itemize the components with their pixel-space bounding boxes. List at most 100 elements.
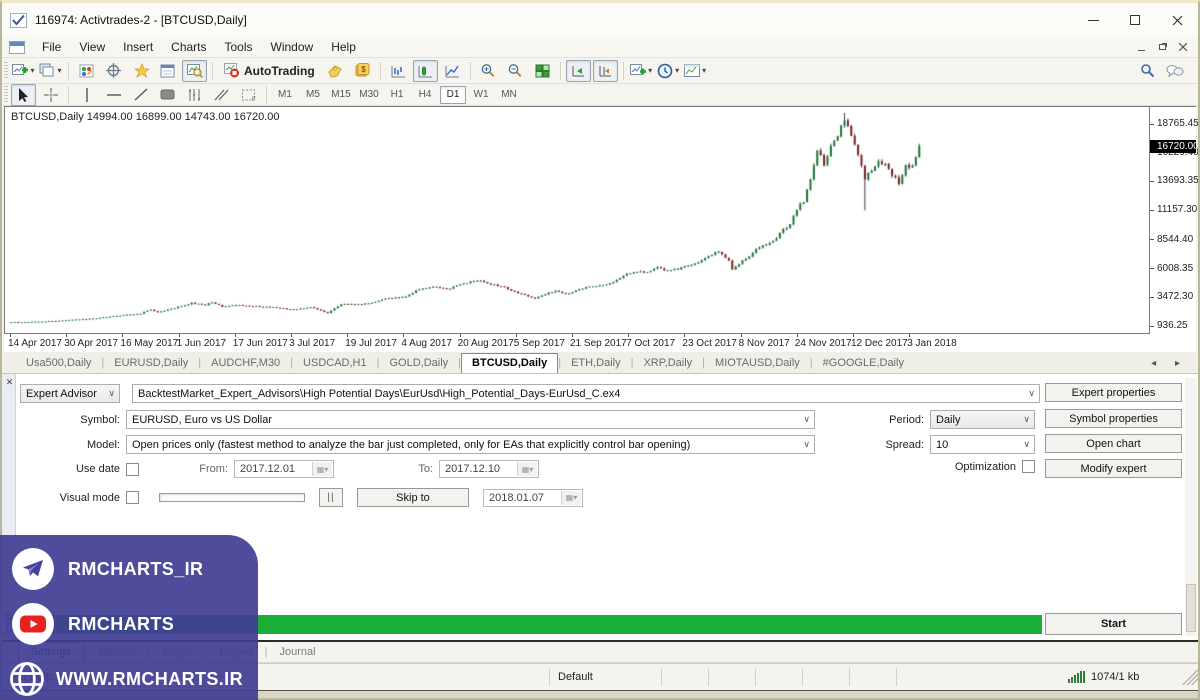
symbol-tab-xrp[interactable]: XRP,Daily bbox=[633, 354, 702, 373]
symbol-tab-eth[interactable]: ETH,Daily bbox=[561, 354, 631, 373]
line-chart-type-button[interactable] bbox=[440, 60, 465, 82]
tester-close-icon[interactable]: ✕ bbox=[4, 377, 15, 388]
menu-item-help[interactable]: Help bbox=[322, 37, 365, 57]
symbol-tab-audchf[interactable]: AUDCHF,M30 bbox=[201, 354, 290, 373]
autotrading-button[interactable]: AutoTrading bbox=[218, 60, 321, 82]
toolbar-grip[interactable] bbox=[4, 61, 8, 80]
search-icon[interactable] bbox=[1135, 60, 1160, 82]
visual-mode-checkbox[interactable] bbox=[126, 491, 139, 504]
rectangle-tool[interactable] bbox=[155, 84, 180, 106]
timeframe-h1[interactable]: H1 bbox=[384, 86, 410, 104]
profiles-button[interactable]: ▾ bbox=[38, 60, 63, 82]
cursor-tool[interactable] bbox=[11, 83, 36, 106]
timeframe-d1[interactable]: D1 bbox=[440, 85, 466, 104]
zoom-in-button[interactable] bbox=[476, 60, 501, 82]
from-datepicker-icon[interactable]: ▦▾ bbox=[312, 462, 332, 476]
bar-chart-type-button[interactable] bbox=[386, 60, 411, 82]
menu-item-window[interactable]: Window bbox=[262, 37, 323, 57]
period-select[interactable]: Daily ∨ bbox=[930, 410, 1035, 429]
start-button[interactable]: Start bbox=[1045, 613, 1182, 635]
auto-scroll-button[interactable] bbox=[565, 59, 591, 82]
skip-date-field[interactable]: 2018.01.07 ▦▾ bbox=[483, 488, 583, 507]
channel-tool[interactable] bbox=[209, 84, 234, 106]
timeframe-m30[interactable]: M30 bbox=[356, 86, 382, 104]
menu-item-file[interactable]: File bbox=[33, 37, 70, 57]
market-watch-button[interactable] bbox=[74, 60, 99, 82]
symbol-properties-button[interactable]: Symbol properties bbox=[1045, 409, 1182, 428]
grid-tool[interactable]: F bbox=[236, 84, 261, 106]
timeframe-mn[interactable]: MN bbox=[496, 86, 522, 104]
new-order-button[interactable] bbox=[323, 60, 348, 82]
chat-icon[interactable] bbox=[1162, 60, 1187, 82]
symbol-tab-#google[interactable]: #GOOGLE,Daily bbox=[813, 354, 914, 373]
timeframe-w1[interactable]: W1 bbox=[468, 86, 494, 104]
toolbar-grip2[interactable] bbox=[4, 85, 8, 104]
visual-speed-slider[interactable] bbox=[159, 493, 305, 502]
symbol-select[interactable]: EURUSD, Euro vs US Dollar ∨ bbox=[126, 410, 815, 429]
symbol-tab-eurusd[interactable]: EURUSD,Daily bbox=[104, 354, 198, 373]
timeframe-m5[interactable]: M5 bbox=[300, 86, 326, 104]
to-date-field[interactable]: 2017.12.10 ▦▾ bbox=[439, 460, 539, 478]
status-profile[interactable]: Default bbox=[550, 667, 662, 686]
modify-expert-button[interactable]: Modify expert bbox=[1045, 459, 1182, 478]
symbol-tab-miotausd[interactable]: MIOTAUSD,Daily bbox=[705, 354, 810, 373]
spread-select[interactable]: 10 ∨ bbox=[930, 435, 1035, 454]
candlestick-type-button[interactable] bbox=[412, 59, 438, 82]
templates-button[interactable]: ▾ bbox=[683, 60, 708, 82]
strategy-tester-button[interactable] bbox=[182, 59, 207, 82]
open-chart-button[interactable]: Open chart bbox=[1045, 434, 1182, 453]
tester-scrollbar[interactable] bbox=[1185, 378, 1197, 636]
metaeditor-button[interactable]: $ bbox=[350, 60, 375, 82]
symbol-tab-gold[interactable]: GOLD,Daily bbox=[379, 354, 458, 373]
tile-windows-button[interactable] bbox=[530, 60, 555, 82]
menu-item-insert[interactable]: Insert bbox=[114, 37, 162, 57]
navigator-button[interactable] bbox=[101, 60, 126, 82]
zoom-out-button[interactable] bbox=[503, 60, 528, 82]
tab-scroll-arrows[interactable]: ◂ ▸ bbox=[1141, 358, 1198, 373]
skip-to-button[interactable]: Skip to bbox=[357, 488, 469, 507]
menu-item-tools[interactable]: Tools bbox=[216, 37, 262, 57]
timeframe-m1[interactable]: M1 bbox=[272, 86, 298, 104]
resize-grip[interactable] bbox=[1182, 668, 1198, 685]
symbol-tab-usdcad[interactable]: USDCAD,H1 bbox=[293, 354, 377, 373]
symbol-tab-btcusd[interactable]: BTCUSD,Daily bbox=[461, 353, 559, 373]
close-button[interactable] bbox=[1156, 5, 1198, 35]
youtube-icon[interactable] bbox=[12, 603, 54, 645]
tester-mode-select[interactable]: Expert Advisor ∨ bbox=[20, 384, 120, 403]
tester-tab-journal[interactable]: Journal bbox=[267, 643, 327, 662]
telegram-icon[interactable] bbox=[12, 548, 54, 590]
candlestick-canvas[interactable] bbox=[5, 107, 1149, 333]
fibonacci-tool[interactable] bbox=[182, 84, 207, 106]
chart-plot[interactable]: BTCUSD,Daily 14994.00 16899.00 14743.00 … bbox=[4, 106, 1150, 334]
chart-shift-button[interactable] bbox=[592, 59, 618, 82]
crosshair-tool[interactable] bbox=[38, 84, 63, 106]
model-select[interactable]: Open prices only (fastest method to anal… bbox=[126, 435, 815, 454]
expert-properties-button[interactable]: Expert properties bbox=[1045, 383, 1182, 402]
from-date-field[interactable]: 2017.12.01 ▦▾ bbox=[234, 460, 334, 478]
symbol-tab-usa500[interactable]: Usa500,Daily bbox=[16, 354, 101, 373]
use-date-checkbox[interactable] bbox=[126, 462, 139, 476]
child-minimize-button[interactable] bbox=[1132, 40, 1150, 55]
periods-button[interactable]: ▾ bbox=[656, 60, 681, 82]
menu-item-charts[interactable]: Charts bbox=[162, 37, 215, 57]
child-restore-button[interactable] bbox=[1153, 40, 1171, 55]
price-axis[interactable]: 18765.4516229.4013693.3511157.308544.406… bbox=[1150, 106, 1199, 334]
scrollbar-thumb[interactable] bbox=[1186, 584, 1196, 632]
ea-path-select[interactable]: BacktestMarket_Expert_Advisors\High Pote… bbox=[132, 384, 1040, 403]
date-axis[interactable]: 14 Apr 2017 30 Apr 2017 16 May 2017 1 Jun 2… bbox=[4, 334, 1150, 352]
to-datepicker-icon[interactable]: ▦▾ bbox=[517, 462, 537, 476]
vertical-line-tool[interactable] bbox=[74, 84, 99, 106]
timeframe-h4[interactable]: H4 bbox=[412, 86, 438, 104]
indicators-button[interactable]: ▾ bbox=[629, 60, 654, 82]
data-window-button[interactable] bbox=[155, 60, 180, 82]
pause-button[interactable]: || bbox=[319, 488, 343, 507]
skip-datepicker-icon[interactable]: ▦▾ bbox=[561, 490, 581, 505]
horizontal-line-tool[interactable] bbox=[101, 84, 126, 106]
child-close-button[interactable] bbox=[1174, 40, 1192, 55]
menu-item-view[interactable]: View bbox=[70, 37, 114, 57]
chart-window-icon[interactable] bbox=[9, 40, 25, 54]
maximize-button[interactable] bbox=[1114, 5, 1156, 35]
minimize-button[interactable] bbox=[1072, 5, 1114, 35]
trendline-tool[interactable] bbox=[128, 84, 153, 106]
timeframe-m15[interactable]: M15 bbox=[328, 86, 354, 104]
